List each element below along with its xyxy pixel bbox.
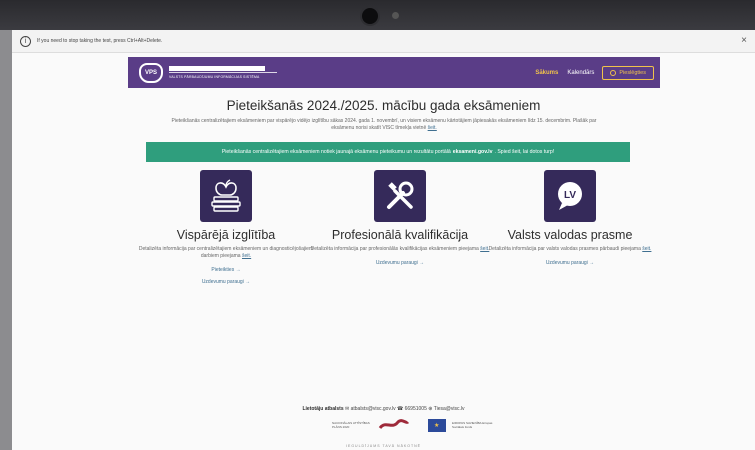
banner-text-before: Pieteikšanās centralizētajiem eksāmeniem… bbox=[221, 149, 451, 155]
banner-text-after: . Spied šeit, lai dotos turp! bbox=[494, 149, 555, 155]
eu-flag-logo: ★ bbox=[428, 418, 446, 432]
user-icon bbox=[610, 69, 617, 76]
intro-body: Pieteikšanās centralizētajiem eksāmeniem… bbox=[171, 118, 597, 131]
nav-links: Sākums Kalendārs Pieslēgties bbox=[535, 65, 654, 80]
book-apple-icon[interactable] bbox=[200, 170, 252, 222]
vps-logo[interactable]: VPS VALSTS PĀRBAUDĪJUMU INFORMĀCIJAS SIS… bbox=[139, 62, 277, 83]
investment-slogan: IEGULDĪJUMS TAVĀ NĀKOTNĒ bbox=[346, 444, 421, 448]
register-link[interactable]: Pieteikties → bbox=[126, 267, 326, 273]
webcam-led bbox=[392, 12, 399, 19]
nap-logo: NACIONĀLAIS ATTĪSTĪBAS PLĀNS 2020 bbox=[332, 421, 370, 429]
login-label: Pieslēgties bbox=[619, 69, 646, 76]
info-icon: i bbox=[20, 35, 31, 47]
card-description: Detalizēta informācija par valsts valoda… bbox=[480, 246, 660, 253]
mail-icon: ✉ bbox=[345, 406, 350, 412]
latvia-flag-logo bbox=[378, 419, 410, 430]
laptop-bezel bbox=[0, 0, 755, 30]
globe-icon: ⊕ bbox=[428, 406, 433, 412]
card-description: Detalizēta informācija par profesionālās… bbox=[310, 246, 490, 253]
lv-speech-bubble-icon[interactable]: LV bbox=[544, 170, 596, 222]
intro-link[interactable]: šeit. bbox=[428, 125, 437, 131]
card-title: Vispārējā izglītība bbox=[176, 228, 276, 242]
lv-icon-text: LV bbox=[564, 190, 576, 201]
card-description-text: Detalizēta informācija par centralizētaj… bbox=[138, 246, 314, 259]
tools-icon[interactable] bbox=[374, 170, 426, 222]
support-label: Lietotāju atbalsts bbox=[302, 406, 344, 412]
nav-home-link[interactable]: Sākums bbox=[535, 70, 558, 76]
webcam bbox=[362, 8, 378, 24]
card-title: Valsts valodas prasme bbox=[507, 228, 633, 242]
card-description-text: Detalizēta informācija par valsts valoda… bbox=[488, 246, 641, 252]
browser-screen: i If you need to stop taking the test, p… bbox=[12, 30, 755, 450]
card-description: Detalizēta informācija par centralizētaj… bbox=[136, 246, 316, 260]
support-footer: Lietotāju atbalsts ✉ atbalsts@visc.gov.l… bbox=[12, 406, 755, 412]
card-more-link[interactable]: šeit. bbox=[242, 253, 251, 259]
nav-calendar-link[interactable]: Kalendārs bbox=[567, 70, 594, 76]
support-web[interactable]: Tiesa@visc.lv bbox=[434, 406, 465, 412]
intro-text: Pieteikšanās centralizētajiem eksāmeniem… bbox=[164, 118, 604, 132]
logo-wordmark: VALSTS PĀRBAUDĪJUMU INFORMĀCIJAS SISTĒMA bbox=[169, 66, 277, 79]
card-description-text: Detalizēta informācija par profesionālās… bbox=[310, 246, 479, 252]
login-button[interactable]: Pieslēgties bbox=[602, 65, 654, 80]
sample-tasks-link[interactable]: Uzdevumu paraugi → bbox=[470, 260, 670, 266]
top-navbar: VPS VALSTS PĀRBAUDĪJUMU INFORMĀCIJAS SIS… bbox=[128, 57, 660, 88]
sample-tasks-link[interactable]: Uzdevumu paraugi → bbox=[126, 279, 326, 285]
card-state-language: LV Valsts valodas prasme Detalizēta info… bbox=[470, 170, 670, 266]
page-title: Pieteikšanās 2024./2025. mācību gada eks… bbox=[226, 98, 541, 113]
portal-banner[interactable]: Pieteikšanās centralizētajiem eksāmeniem… bbox=[146, 142, 630, 162]
kiosk-message: If you need to stop taking the test, pre… bbox=[37, 38, 163, 44]
support-email[interactable]: atbalsts@visc.gov.lv bbox=[351, 406, 396, 412]
phone-icon: ☎ bbox=[396, 406, 404, 412]
card-general-education: Vispārējā izglītība Detalizēta informāci… bbox=[126, 170, 326, 285]
vps-badge-icon: VPS bbox=[139, 62, 163, 83]
logo-subtitle: VALSTS PĀRBAUDĪJUMU INFORMĀCIJAS SISTĒMA bbox=[169, 75, 260, 79]
banner-portal-link[interactable]: eksameni.gov.lv bbox=[453, 149, 493, 155]
kiosk-notice-bar: i If you need to stop taking the test, p… bbox=[12, 30, 755, 53]
card-more-link[interactable]: šeit. bbox=[642, 246, 651, 252]
logo-stripe bbox=[169, 66, 265, 71]
close-icon[interactable]: × bbox=[741, 36, 747, 46]
esf-logo: EIROPAS SAVIENĪBA Eiropas Sociālais fond… bbox=[452, 421, 493, 429]
support-phone[interactable]: 66951005 bbox=[405, 406, 427, 412]
logo-rule bbox=[169, 72, 277, 73]
sponsor-logos: NACIONĀLAIS ATTĪSTĪBAS PLĀNS 2020 ★ EIRO… bbox=[332, 418, 496, 432]
